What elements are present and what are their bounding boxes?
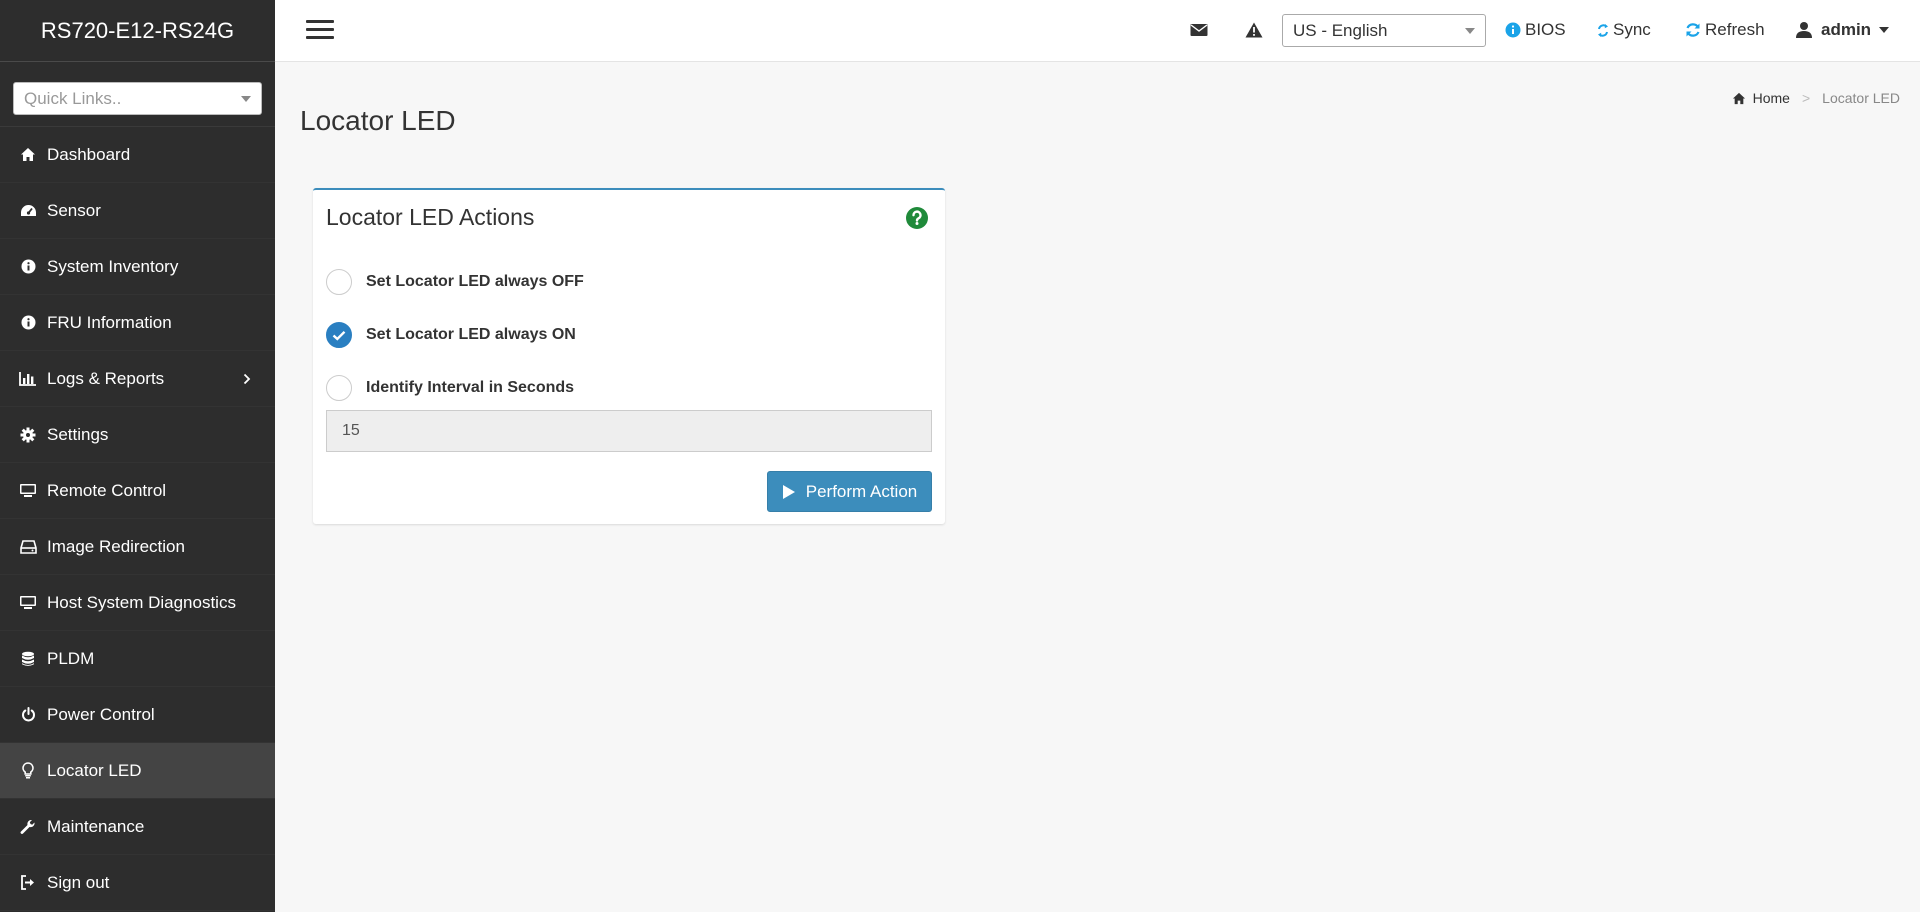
monitor-icon: [19, 594, 37, 612]
sync-icon: [1598, 23, 1608, 37]
sync-link[interactable]: Sync: [1597, 18, 1651, 42]
sidebar-item-host-system-diagnostics[interactable]: Host System Diagnostics: [0, 575, 275, 631]
chevron-right-icon: [243, 370, 251, 390]
radio-identify-interval[interactable]: [326, 375, 352, 401]
interval-input[interactable]: [326, 410, 932, 452]
breadcrumb: Home > Locator LED: [1732, 90, 1900, 106]
sidebar-item-label: Power Control: [47, 704, 155, 724]
sidebar-item-remote-control[interactable]: Remote Control: [0, 463, 275, 519]
power-icon: [19, 706, 37, 724]
sidebar-item-label: Remote Control: [47, 480, 167, 500]
radio-always-off[interactable]: [326, 269, 352, 295]
sidebar-item-dashboard[interactable]: Dashboard: [0, 127, 275, 183]
perform-action-button[interactable]: Perform Action: [767, 471, 932, 512]
locator-led-panel: Locator LED Actions Set Locator LED alwa…: [313, 188, 945, 524]
quick-links-select[interactable]: Quick Links..: [13, 82, 262, 115]
option-always-on[interactable]: Set Locator LED always ON: [326, 322, 576, 348]
check-icon: [332, 330, 346, 341]
drive-icon: [19, 538, 37, 556]
sidebar-item-label: PLDM: [47, 648, 95, 668]
bar-chart-icon: [19, 370, 37, 388]
bios-link[interactable]: BIOS: [1505, 18, 1566, 42]
language-value: US - English: [1293, 20, 1388, 40]
sidebar-item-label: Host System Diagnostics: [47, 592, 236, 612]
sidebar-item-logs-reports[interactable]: Logs & Reports: [0, 351, 275, 407]
chevron-down-icon: [1465, 27, 1475, 34]
app-title: RS720-E12-RS24G: [0, 0, 275, 62]
sidebar-item-system-inventory[interactable]: System Inventory: [0, 239, 275, 295]
chevron-down-icon: [241, 95, 251, 102]
info-icon: [19, 258, 37, 276]
dashboard-gauge-icon: [19, 202, 37, 220]
sidebar-item-fru-information[interactable]: FRU Information: [0, 295, 275, 351]
info-icon: [19, 314, 37, 332]
user-label: admin: [1821, 20, 1872, 39]
warning-icon[interactable]: [1245, 18, 1263, 42]
option-label: Set Locator LED always OFF: [366, 273, 584, 290]
sync-label: Sync: [1613, 20, 1651, 39]
sidebar-item-maintenance[interactable]: Maintenance: [0, 799, 275, 855]
sidebar-item-power-control[interactable]: Power Control: [0, 687, 275, 743]
bios-label: BIOS: [1525, 20, 1566, 39]
monitor-icon: [19, 482, 37, 500]
refresh-link[interactable]: Refresh: [1685, 18, 1765, 42]
play-icon: [782, 484, 795, 499]
refresh-icon: [1686, 23, 1700, 37]
option-label: Set Locator LED always ON: [366, 326, 576, 343]
breadcrumb-home[interactable]: Home: [1753, 90, 1790, 106]
sign-out-icon: [19, 874, 37, 892]
sidebar-item-label: Maintenance: [47, 816, 145, 836]
option-identify-interval[interactable]: Identify Interval in Seconds: [326, 375, 574, 401]
wrench-icon: [19, 818, 37, 836]
help-icon[interactable]: [906, 207, 928, 234]
sidebar-item-label: FRU Information: [47, 312, 172, 332]
user-menu[interactable]: admin: [1795, 18, 1890, 42]
sidebar-item-label: System Inventory: [47, 256, 179, 276]
breadcrumb-separator: >: [1801, 90, 1811, 106]
database-icon: [19, 650, 37, 668]
gear-icon: [19, 426, 37, 444]
option-always-off[interactable]: Set Locator LED always OFF: [326, 269, 584, 295]
home-icon: [19, 146, 37, 164]
option-label: Identify Interval in Seconds: [366, 379, 575, 396]
sidebar-item-label: Locator LED: [47, 760, 142, 780]
sidebar-item-image-redirection[interactable]: Image Redirection: [0, 519, 275, 575]
info-icon: [1505, 22, 1521, 38]
page-title: Locator LED: [300, 105, 456, 136]
panel-title: Locator LED Actions: [326, 204, 535, 230]
sidebar-item-label: Logs & Reports: [47, 368, 165, 388]
perform-action-label: Perform Action: [805, 481, 918, 501]
sidebar-item-label: Image Redirection: [47, 536, 185, 556]
sidebar-item-label: Settings: [47, 424, 109, 444]
home-icon: [1732, 92, 1745, 104]
language-select[interactable]: US - English: [1282, 14, 1486, 47]
breadcrumb-current: Locator LED: [1822, 90, 1900, 106]
sidebar-item-label: Sensor: [47, 200, 101, 220]
radio-always-on[interactable]: [326, 322, 352, 348]
user-icon: [1796, 22, 1812, 38]
sidebar-item-locator-led[interactable]: Locator LED: [0, 743, 275, 799]
sidebar-item-sign-out[interactable]: Sign out: [0, 855, 275, 911]
quick-links-placeholder: Quick Links..: [24, 88, 122, 108]
sidebar-item-sensor[interactable]: Sensor: [0, 183, 275, 239]
sidebar-item-pldm[interactable]: PLDM: [0, 631, 275, 687]
refresh-label: Refresh: [1705, 20, 1765, 39]
menu-toggle-icon[interactable]: [306, 20, 334, 40]
lightbulb-icon: [19, 762, 37, 780]
quick-links-wrapper: Quick Links..: [0, 62, 275, 127]
sidebar-item-settings[interactable]: Settings: [0, 407, 275, 463]
sidebar-item-label: Dashboard: [47, 144, 131, 164]
topbar: US - English BIOS Sync Refresh admin: [275, 0, 1920, 62]
envelope-icon[interactable]: [1190, 18, 1208, 42]
sidebar: RS720-E12-RS24G Quick Links.. Dashboard …: [0, 0, 275, 912]
sidebar-item-label: Sign out: [47, 872, 110, 892]
chevron-down-icon: [1879, 27, 1890, 33]
